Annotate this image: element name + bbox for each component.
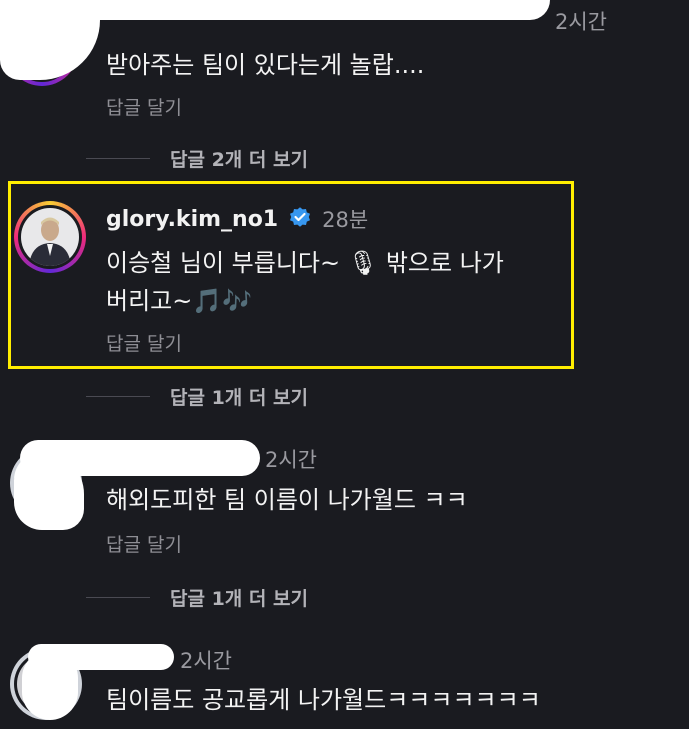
music-notes-icon: 🎵🎶	[192, 287, 253, 315]
comment-time: 28분	[322, 208, 369, 232]
view-more-replies-button[interactable]: 답글 1개 더 보기	[86, 383, 308, 410]
reply-button[interactable]: 답글 달기	[106, 329, 182, 356]
divider	[86, 396, 150, 397]
comment-text: 팀이름도 공교롭게 나가월드ㅋㅋㅋㅋㅋㅋㅋ	[106, 686, 541, 714]
view-more-replies-button[interactable]: 답글 1개 더 보기	[86, 584, 308, 611]
comment-time: 2시간	[555, 10, 608, 34]
view-more-replies-label: 답글 1개 더 보기	[170, 588, 308, 610]
reply-button[interactable]: 답글 달기	[106, 530, 182, 557]
microphone-icon: 🎙	[347, 249, 379, 277]
divider	[86, 597, 150, 598]
view-more-replies-button[interactable]: 답글 2개 더 보기	[86, 145, 308, 172]
comment-text: 받아주는 팀이 있다는게 놀랍....	[106, 51, 425, 79]
redaction-scribble	[22, 650, 78, 720]
comment-time: 2시간	[180, 649, 233, 673]
comment-text: 해외도피한 팀 이름이 나가월드 ㅋㅋ	[106, 486, 468, 514]
comment-time: 2시간	[265, 448, 318, 472]
verified-badge-icon	[288, 205, 312, 233]
avatar[interactable]	[14, 201, 86, 273]
redaction-scribble	[0, 0, 100, 80]
comment-text-line-1: 이승철 님이 부릅니다~ 🎙 밖으로 나가	[106, 249, 504, 277]
comment-username[interactable]: glory.kim_no1	[106, 207, 278, 232]
comment-text-line-2: 버리고~🎵🎶	[106, 287, 253, 315]
profile-photo	[21, 208, 79, 266]
reply-button[interactable]: 답글 달기	[106, 93, 182, 120]
divider	[86, 158, 150, 159]
view-more-replies-label: 답글 2개 더 보기	[170, 149, 308, 171]
view-more-replies-label: 답글 1개 더 보기	[170, 387, 308, 409]
